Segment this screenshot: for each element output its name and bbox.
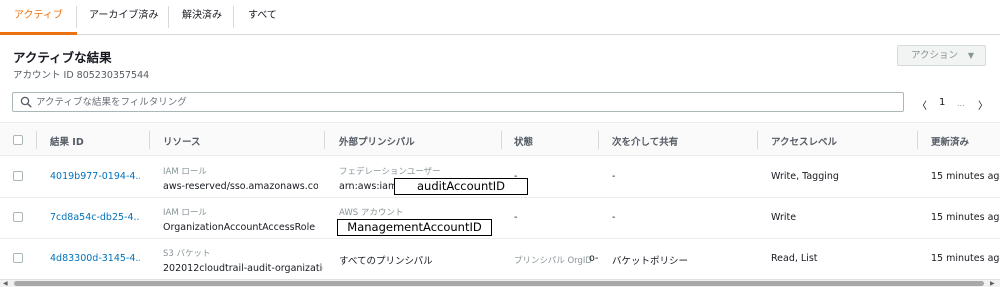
scroll-left-icon[interactable]: ◀ bbox=[3, 280, 8, 287]
column-access-level[interactable]: アクセスレベル bbox=[771, 134, 837, 148]
table-row[interactable]: 4019b977-0194-4... IAM ロール aws-reserved/… bbox=[0, 157, 1000, 198]
resource-type: IAM ロール bbox=[163, 167, 207, 177]
resource-type: S3 バケット bbox=[163, 249, 211, 259]
redaction-box: auditAccountID bbox=[394, 178, 528, 195]
table-row[interactable]: 4d83300d-3145-4... S3 バケット 202012cloudtr… bbox=[0, 239, 1000, 279]
scroll-right-icon[interactable]: ▶ bbox=[990, 280, 995, 287]
resource-name: 202012cloudtrail-audit-organization bbox=[163, 263, 323, 274]
column-divider bbox=[149, 131, 150, 149]
column-divider bbox=[36, 131, 37, 149]
search-icon bbox=[20, 96, 32, 108]
filter-input[interactable] bbox=[36, 94, 896, 110]
condition-key: プリンシパル OrgID bbox=[514, 256, 592, 266]
column-finding-id[interactable]: 結果 ID bbox=[50, 134, 84, 148]
page-ellipsis: ... bbox=[957, 99, 965, 108]
next-page-icon[interactable]: 〉 bbox=[978, 97, 988, 112]
column-divider bbox=[598, 131, 599, 149]
resource-name: OrganizationAccountAccessRole bbox=[163, 222, 316, 233]
tab-resolved[interactable]: 解決済み bbox=[168, 0, 236, 35]
column-divider bbox=[757, 131, 758, 149]
finding-id-link[interactable]: 7cd8a54c-db25-4... bbox=[50, 212, 140, 223]
prev-page-icon[interactable]: 〈 bbox=[917, 97, 927, 112]
tab-archived[interactable]: アーカイブ済み bbox=[75, 0, 172, 35]
actions-button-label: アクション bbox=[911, 50, 959, 61]
select-all-checkbox[interactable] bbox=[13, 135, 23, 145]
row-checkbox[interactable] bbox=[13, 212, 23, 222]
column-shared-through[interactable]: 次を介して共有 bbox=[612, 134, 678, 148]
filter-search-box[interactable] bbox=[12, 92, 904, 112]
column-divider bbox=[501, 131, 502, 149]
row-checkbox[interactable] bbox=[13, 253, 23, 263]
principal-type: フェデレーションユーザー bbox=[339, 167, 441, 177]
table-row[interactable]: 7cd8a54c-db25-4... IAM ロール OrganizationA… bbox=[0, 198, 1000, 239]
resource-name: aws-reserved/sso.amazonaws.co... bbox=[163, 181, 318, 192]
redaction-box: ManagementAccountID bbox=[337, 219, 492, 236]
account-id: アカウント ID 805230357544 bbox=[13, 70, 150, 81]
tab-active[interactable]: アクティブ bbox=[0, 0, 77, 35]
shared-through-value: - bbox=[612, 171, 616, 182]
shared-through-value: - bbox=[612, 212, 616, 223]
principal-value: arn:aws:iam: bbox=[339, 181, 401, 192]
updated-value: 15 minutes ago bbox=[931, 253, 1000, 264]
shared-through-value: バケットポリシー bbox=[612, 256, 689, 267]
table-header: 結果 ID リソース 外部プリンシパル 状態 次を介して共有 アクセスレベル 更… bbox=[0, 122, 1000, 156]
column-divider bbox=[324, 131, 325, 149]
page-number[interactable]: 1 bbox=[939, 97, 945, 108]
principal-type: AWS アカウント bbox=[339, 208, 404, 218]
actions-button[interactable]: アクション ▼ bbox=[897, 45, 986, 66]
caret-down-icon: ▼ bbox=[967, 51, 974, 60]
condition-value: o-! bbox=[589, 253, 599, 264]
access-level-value: Write bbox=[771, 212, 797, 223]
column-updated[interactable]: 更新済み bbox=[931, 134, 969, 148]
condition-value: - bbox=[514, 171, 518, 182]
tab-all[interactable]: すべて bbox=[234, 0, 291, 35]
access-level-value: Write, Tagging bbox=[771, 171, 839, 182]
horizontal-scrollbar[interactable]: ◀ ▶ bbox=[0, 279, 1000, 287]
principal-value: すべてのプリンシパル bbox=[339, 256, 433, 267]
finding-id-link[interactable]: 4d83300d-3145-4... bbox=[50, 253, 140, 264]
resource-type: IAM ロール bbox=[163, 208, 207, 218]
scrollbar-thumb[interactable] bbox=[14, 281, 984, 286]
row-checkbox[interactable] bbox=[13, 171, 23, 181]
updated-value: 15 minutes ago bbox=[931, 171, 1000, 182]
access-level-value: Read, List bbox=[771, 253, 818, 264]
column-divider bbox=[917, 131, 918, 149]
condition-value: - bbox=[514, 212, 518, 223]
updated-value: 15 minutes ago bbox=[931, 212, 1000, 223]
column-resource[interactable]: リソース bbox=[163, 134, 201, 148]
column-condition[interactable]: 状態 bbox=[514, 134, 533, 148]
page-title: アクティブな結果 bbox=[13, 50, 112, 65]
finding-id-link[interactable]: 4019b977-0194-4... bbox=[50, 171, 140, 182]
column-external-principal[interactable]: 外部プリンシパル bbox=[339, 134, 415, 148]
findings-tabs: アクティブ アーカイブ済み 解決済み すべて bbox=[0, 0, 1000, 35]
